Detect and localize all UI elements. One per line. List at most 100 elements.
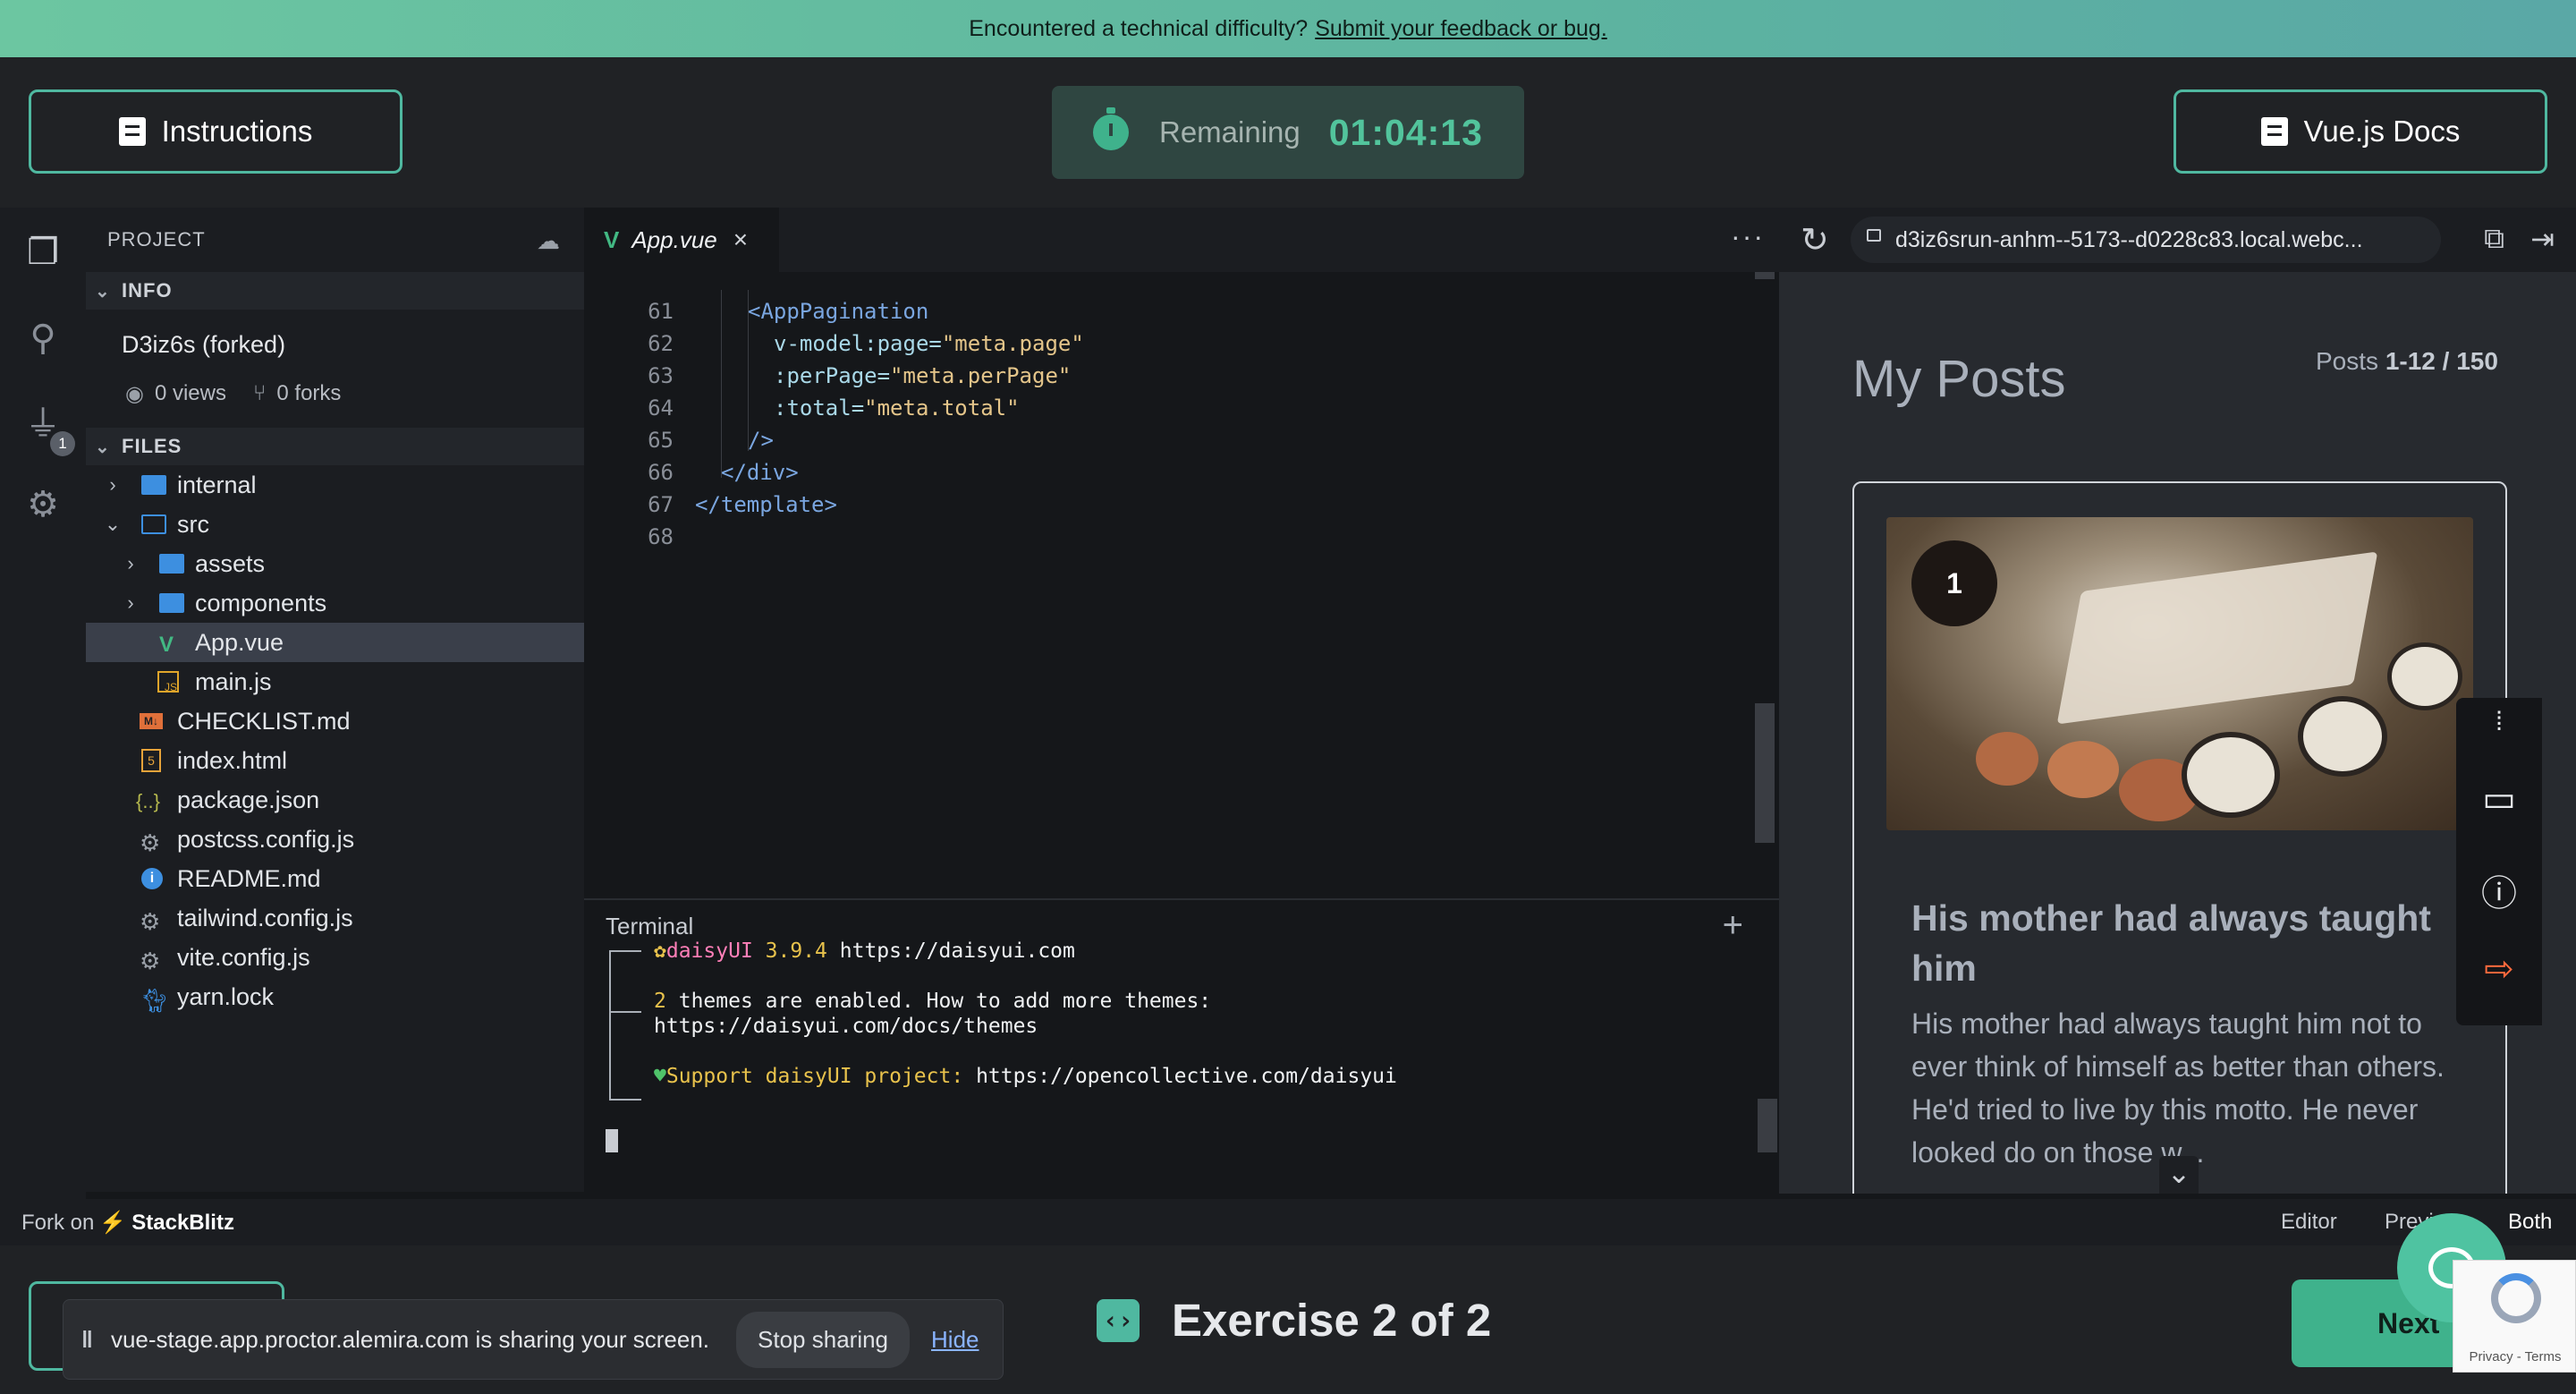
exercise-indicator: ‹› Exercise 2 of 2 bbox=[1097, 1294, 1491, 1347]
stopwatch-icon bbox=[1093, 107, 1129, 150]
close-icon[interactable]: × bbox=[733, 225, 748, 254]
recaptcha-badge[interactable]: Privacy - Terms bbox=[2453, 1260, 2576, 1373]
mode-editor[interactable]: Editor bbox=[2281, 1210, 2337, 1235]
preview-toolbar: ↻ d3iz6srun-anhm--5173--d0228c83.local.w… bbox=[1779, 208, 2576, 272]
add-terminal-icon[interactable]: + bbox=[1723, 905, 1743, 946]
code-line: /> bbox=[748, 428, 774, 453]
stop-sharing-button[interactable]: Stop sharing bbox=[736, 1311, 911, 1368]
mode-both[interactable]: Both bbox=[2508, 1210, 2552, 1235]
config-file-icon: ⚙ bbox=[140, 908, 161, 935]
cloud-download-icon[interactable]: ☁ bbox=[537, 227, 561, 255]
folder-icon bbox=[159, 593, 184, 613]
term-text: 3.9.4 bbox=[765, 939, 827, 963]
tree-item-postcss[interactable]: ⚙ postcss.config.js bbox=[86, 820, 584, 859]
heart-icon: ♥ bbox=[654, 1065, 666, 1088]
file-name: internal bbox=[177, 471, 257, 498]
terminal-scrollbar[interactable] bbox=[1758, 1099, 1777, 1152]
terminal-bracket bbox=[609, 950, 611, 1101]
tree-item-readme[interactable]: i README.md bbox=[86, 859, 584, 898]
folder-icon bbox=[141, 475, 166, 495]
tree-item-assets[interactable]: › assets bbox=[86, 544, 584, 583]
post-excerpt: His mother had always taught him not to … bbox=[1911, 1007, 2445, 1169]
url-field[interactable]: d3iz6srun-anhm--5173--d0228c83.local.web… bbox=[1851, 217, 2441, 263]
terminal-panel[interactable]: Terminal + ✿daisyUI 3.9.4 https://daisyu… bbox=[584, 898, 1779, 1194]
banner-text: Encountered a technical difficulty? bbox=[969, 15, 1309, 41]
floating-toolbar: ⁞ ▭ ⓘ ⇨ bbox=[2456, 698, 2542, 1025]
info-label: INFO bbox=[122, 279, 173, 302]
term-text: daisyUI bbox=[665, 939, 753, 963]
tree-item-index-html[interactable]: 5 index.html bbox=[86, 741, 584, 780]
tree-item-components[interactable]: › components bbox=[86, 583, 584, 623]
line-number: 67 bbox=[648, 492, 674, 517]
scrollbar-top[interactable] bbox=[1755, 272, 1775, 279]
tree-item-vite[interactable]: ⚙ vite.config.js bbox=[86, 938, 584, 977]
project-label: PROJECT bbox=[107, 228, 206, 251]
tree-item-package-json[interactable]: {..} package.json bbox=[86, 780, 584, 820]
html-file-icon: 5 bbox=[141, 749, 161, 772]
term-text: https://daisyui.com bbox=[839, 939, 1075, 963]
hide-link[interactable]: Hide bbox=[931, 1326, 979, 1354]
reload-icon[interactable]: ↻ bbox=[1801, 220, 1829, 260]
terminal-line: 2 themes are enabled. How to add more th… bbox=[654, 990, 1211, 1013]
code-line: v-model:page="meta.page" bbox=[774, 331, 1084, 356]
tree-item-yarn-lock[interactable]: 🐈︎ yarn.lock bbox=[86, 977, 584, 1016]
line-number: 63 bbox=[648, 363, 674, 388]
exercise-label: Exercise 2 of 2 bbox=[1172, 1295, 1492, 1346]
gear-icon[interactable]: ⚙ bbox=[20, 481, 66, 528]
post-number-badge: 1 bbox=[1911, 540, 1997, 626]
file-name: main.js bbox=[195, 667, 272, 695]
chevron-down-icon: ⌄ bbox=[104, 513, 122, 535]
close-panel-icon[interactable]: ⇥ bbox=[2530, 222, 2555, 256]
logout-icon[interactable]: ⇨ bbox=[2456, 948, 2542, 990]
vue-docs-button[interactable]: Vue.js Docs bbox=[2174, 89, 2547, 174]
timer-label: Remaining bbox=[1159, 115, 1301, 149]
feedback-link[interactable]: Submit your feedback or bug. bbox=[1315, 16, 1607, 42]
notification-badge: 1 bbox=[50, 431, 75, 456]
chevron-down-icon[interactable]: ⌄ bbox=[2159, 1156, 2199, 1194]
tree-item-tailwind[interactable]: ⚙ tailwind.config.js bbox=[86, 898, 584, 938]
file-name: package.json bbox=[177, 786, 320, 813]
file-name: CHECKLIST.md bbox=[177, 707, 351, 735]
markdown-file-icon: M↓ bbox=[140, 713, 163, 729]
tree-item-app-vue[interactable]: V App.vue bbox=[86, 623, 584, 662]
file-name: postcss.config.js bbox=[177, 825, 355, 853]
json-file-icon: {..} bbox=[136, 790, 160, 812]
tree-item-checklist[interactable]: M↓ CHECKLIST.md bbox=[86, 701, 584, 741]
external-link-icon[interactable]: ⧉ bbox=[2484, 222, 2504, 256]
line-number: 66 bbox=[648, 460, 674, 485]
info-section-header[interactable]: ⌄ INFO bbox=[86, 272, 584, 310]
js-file-icon: JS bbox=[157, 671, 179, 693]
post-card[interactable]: 1 His mother had always taught him His m… bbox=[1852, 481, 2507, 1194]
tree-item-src[interactable]: ⌄ src bbox=[86, 505, 584, 544]
files-icon[interactable]: ❐ bbox=[20, 229, 66, 276]
info-icon[interactable]: ⓘ bbox=[2456, 864, 2542, 916]
editor-scrollbar[interactable] bbox=[1755, 703, 1775, 843]
more-options-icon[interactable]: ··· bbox=[1731, 220, 1765, 253]
header: Instructions Remaining 01:04:13 Vue.js D… bbox=[0, 57, 2576, 208]
instructions-button[interactable]: Instructions bbox=[29, 89, 402, 174]
folder-open-icon bbox=[141, 514, 166, 534]
code-editor[interactable]: 61 62 63 64 65 66 67 68 <AppPagination v… bbox=[584, 272, 1779, 898]
tree-item-main-js[interactable]: JS main.js bbox=[86, 662, 584, 701]
drag-handle-icon[interactable]: ⁞ bbox=[2456, 707, 2542, 737]
recaptcha-icon bbox=[2491, 1273, 2541, 1323]
code-attr: :total= bbox=[774, 395, 865, 421]
chevron-right-icon: › bbox=[127, 552, 134, 574]
vue-file-icon: V bbox=[604, 225, 620, 253]
fork-on-stackblitz[interactable]: Fork on ⚡ StackBlitz bbox=[21, 1210, 234, 1236]
image-cup bbox=[2387, 642, 2462, 710]
terminal-cursor bbox=[606, 1129, 618, 1152]
file-name: README.md bbox=[177, 864, 321, 892]
page-title: My Posts bbox=[1852, 350, 2066, 408]
code-line: :perPage="meta.perPage" bbox=[774, 363, 1071, 388]
comment-icon[interactable]: ▭ bbox=[2456, 778, 2542, 820]
folder-icon bbox=[159, 554, 184, 574]
image-cup bbox=[2298, 696, 2387, 777]
code-string: "meta.page" bbox=[941, 331, 1084, 356]
search-icon[interactable]: ⚲ bbox=[20, 315, 66, 361]
files-section-header[interactable]: ⌄ FILES bbox=[86, 428, 584, 465]
tab-app-vue[interactable]: V App.vue × bbox=[584, 208, 779, 272]
yarn-file-icon: 🐈︎ bbox=[140, 987, 170, 1014]
tree-item-internal[interactable]: › internal bbox=[86, 465, 584, 505]
timer-value: 01:04:13 bbox=[1328, 111, 1483, 153]
